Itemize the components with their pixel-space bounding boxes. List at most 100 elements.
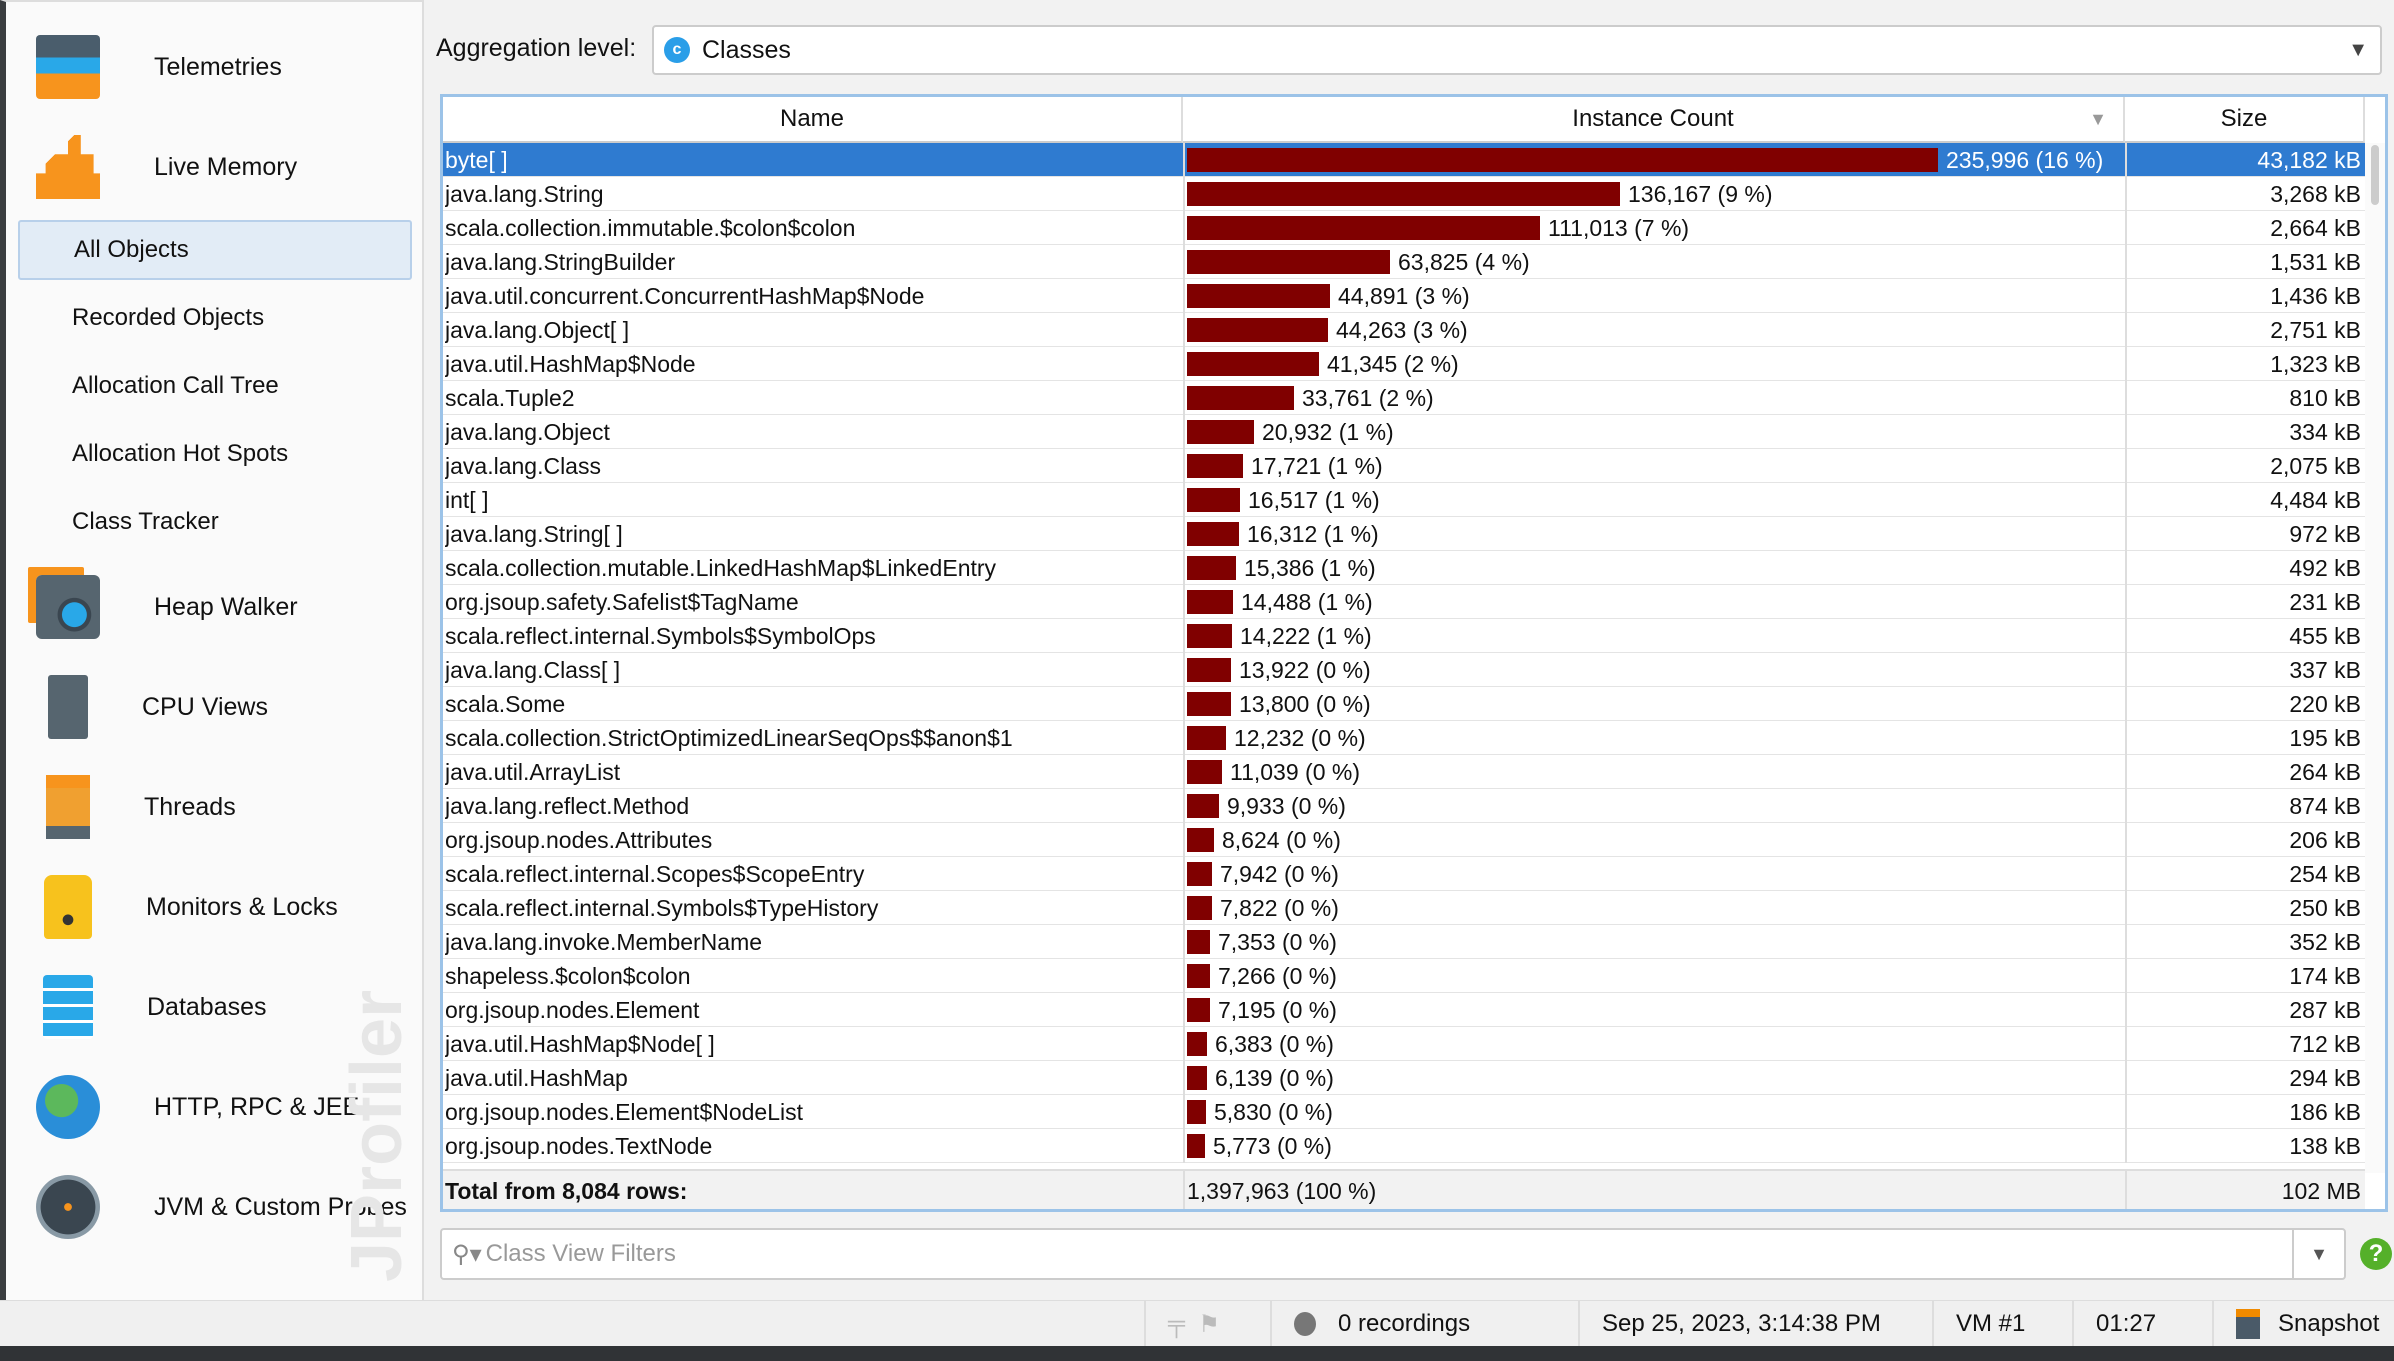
sidebar-section-cpu-views[interactable]: CPU Views: [36, 672, 268, 742]
sidebar-section-threads[interactable]: Threads: [36, 772, 236, 842]
sidebar-section-telemetries[interactable]: Telemetries: [36, 32, 282, 102]
sidebar-section-heap-walker[interactable]: Heap Walker: [36, 572, 298, 642]
table-row[interactable]: java.lang.reflect.Method 9,933 (0 %) 874…: [443, 789, 2365, 823]
table-row[interactable]: scala.reflect.internal.Symbols$TypeHisto…: [443, 891, 2365, 925]
scrollbar-thumb[interactable]: [2371, 145, 2379, 205]
table-row[interactable]: java.util.HashMap$Node[ ] 6,383 (0 %) 71…: [443, 1027, 2365, 1061]
class-name: scala.Tuple2: [445, 384, 575, 411]
sidebar-item-allocation-hot-spots[interactable]: Allocation Hot Spots: [18, 424, 412, 484]
table-row[interactable]: scala.collection.StrictOptimizedLinearSe…: [443, 721, 2365, 755]
table-row[interactable]: org.jsoup.nodes.Element$NodeList 5,830 (…: [443, 1095, 2365, 1129]
size-cell: 3,268 kB: [2125, 177, 2365, 211]
size-cell: 492 kB: [2125, 551, 2365, 585]
class-name: scala.Some: [445, 690, 566, 717]
sidebar-section-databases[interactable]: Databases: [36, 972, 267, 1042]
table-row[interactable]: java.util.HashMap$Node 41,345 (2 %) 1,32…: [443, 347, 2365, 381]
sidebar-item-all-objects[interactable]: All Objects: [18, 220, 412, 280]
table-row[interactable]: scala.Tuple2 33,761 (2 %) 810 kB: [443, 381, 2365, 415]
aggregation-select[interactable]: c Classes ▼: [652, 25, 2382, 75]
instance-count-bar: [1187, 998, 1210, 1022]
column-header-instance-count[interactable]: Instance Count ▼: [1183, 97, 2125, 143]
class-name: scala.reflect.internal.Symbols$SymbolOps: [445, 622, 876, 649]
column-header-size[interactable]: Size: [2125, 97, 2365, 143]
threads-icon: [46, 775, 90, 839]
table-row[interactable]: org.jsoup.safety.Safelist$TagName 14,488…: [443, 585, 2365, 619]
class-view-filter-input[interactable]: ⚲▾ Class View Filters ▼: [440, 1228, 2346, 1280]
table-row[interactable]: scala.collection.mutable.LinkedHashMap$L…: [443, 551, 2365, 585]
class-name: java.util.HashMap: [445, 1064, 628, 1091]
instance-count-bar: [1187, 896, 1212, 920]
table-row[interactable]: shapeless.$colon$colon 7,266 (0 %) 174 k…: [443, 959, 2365, 993]
sidebar-section-label: Databases: [147, 992, 267, 1021]
sidebar-item-class-tracker[interactable]: Class Tracker: [18, 492, 412, 552]
table-row[interactable]: scala.reflect.internal.Scopes$ScopeEntry…: [443, 857, 2365, 891]
table-row[interactable]: org.jsoup.nodes.Element 7,195 (0 %) 287 …: [443, 993, 2365, 1027]
lock-icon: [44, 875, 92, 939]
column-header-name[interactable]: Name: [443, 97, 1183, 143]
sidebar-section-monitors-locks[interactable]: Monitors & Locks: [36, 872, 338, 942]
table-row[interactable]: java.util.ArrayList 11,039 (0 %) 264 kB: [443, 755, 2365, 789]
sidebar-section-http-rpc-jee[interactable]: HTTP, RPC & JEE: [36, 1072, 359, 1142]
instance-count-cell: 15,386 (1 %): [1183, 551, 2123, 585]
instance-count-bar: [1187, 828, 1214, 852]
table-row[interactable]: java.lang.invoke.MemberName 7,353 (0 %) …: [443, 925, 2365, 959]
table-row[interactable]: java.lang.StringBuilder 63,825 (4 %) 1,5…: [443, 245, 2365, 279]
instance-count-bar: [1187, 386, 1294, 410]
aggregation-label: Aggregation level:: [436, 34, 637, 62]
instance-count-text: 63,825 (4 %): [1398, 248, 1530, 275]
instance-count-cell: 5,773 (0 %): [1183, 1129, 2123, 1163]
aggregation-value: Classes: [702, 35, 791, 64]
instance-count-cell: 33,761 (2 %): [1183, 381, 2123, 415]
sidebar-section-live-memory[interactable]: Live Memory: [36, 132, 297, 202]
instance-count-cell: 7,942 (0 %): [1183, 857, 2123, 891]
instance-count-text: 16,517 (1 %): [1248, 486, 1380, 513]
table-row[interactable]: org.jsoup.nodes.TextNode 5,773 (0 %) 138…: [443, 1129, 2365, 1163]
flag-icon[interactable]: ⚑: [1198, 1310, 1220, 1339]
total-count: 1,397,963 (100 %): [1183, 1171, 2123, 1209]
table-row[interactable]: java.lang.Object[ ] 44,263 (3 %) 2,751 k…: [443, 313, 2365, 347]
instance-count-text: 14,222 (1 %): [1240, 622, 1372, 649]
size-cell: 174 kB: [2125, 959, 2365, 993]
instance-count-text: 9,933 (0 %): [1227, 792, 1346, 819]
table-row[interactable]: java.lang.Class[ ] 13,922 (0 %) 337 kB: [443, 653, 2365, 687]
size-cell: 810 kB: [2125, 381, 2365, 415]
table-row[interactable]: java.lang.Class 17,721 (1 %) 2,075 kB: [443, 449, 2365, 483]
table-row[interactable]: scala.collection.immutable.$colon$colon …: [443, 211, 2365, 245]
table-row[interactable]: java.lang.Object 20,932 (1 %) 334 kB: [443, 415, 2365, 449]
table-row[interactable]: java.lang.String 136,167 (9 %) 3,268 kB: [443, 177, 2365, 211]
sidebar: Telemetries Live Memory Heap Walker CPU Vie…: [0, 0, 424, 1300]
class-icon: c: [664, 37, 690, 63]
cpu-icon: [48, 675, 88, 739]
sidebar-section-label: CPU Views: [142, 692, 268, 721]
sidebar-item-recorded-objects[interactable]: Recorded Objects: [18, 288, 412, 348]
size-cell: 250 kB: [2125, 891, 2365, 925]
table-row[interactable]: scala.reflect.internal.Symbols$SymbolOps…: [443, 619, 2365, 653]
filter-placeholder: Class View Filters: [485, 1240, 676, 1267]
pin-icon[interactable]: ╤: [1168, 1310, 1185, 1338]
table-row[interactable]: java.lang.String[ ] 16,312 (1 %) 972 kB: [443, 517, 2365, 551]
instance-count-cell: 9,933 (0 %): [1183, 789, 2123, 823]
table-row[interactable]: scala.Some 13,800 (0 %) 220 kB: [443, 687, 2365, 721]
class-name: org.jsoup.nodes.Attributes: [445, 826, 713, 853]
snapshot-status[interactable]: Snapshot: [2212, 1301, 2394, 1347]
instance-count-bar: [1187, 794, 1219, 818]
size-cell: 4,484 kB: [2125, 483, 2365, 517]
instance-count-text: 8,624 (0 %): [1222, 826, 1341, 853]
globe-icon: [36, 1075, 100, 1139]
class-name: java.lang.invoke.MemberName: [445, 928, 763, 955]
table-row[interactable]: java.util.concurrent.ConcurrentHashMap$N…: [443, 279, 2365, 313]
sort-descending-icon: ▼: [2089, 108, 2107, 129]
instance-count-text: 7,942 (0 %): [1220, 860, 1339, 887]
table-row[interactable]: java.util.HashMap 6,139 (0 %) 294 kB: [443, 1061, 2365, 1095]
sidebar-item-allocation-call-tree[interactable]: Allocation Call Tree: [18, 356, 412, 416]
table-row[interactable]: org.jsoup.nodes.Attributes 8,624 (0 %) 2…: [443, 823, 2365, 857]
help-icon[interactable]: ?: [2360, 1238, 2392, 1270]
instance-count-text: 7,266 (0 %): [1218, 962, 1337, 989]
table-row[interactable]: byte[ ] 235,996 (16 %) 43,182 kB: [443, 143, 2365, 177]
table-row[interactable]: int[ ] 16,517 (1 %) 4,484 kB: [443, 483, 2365, 517]
filter-dropdown-button[interactable]: ▼: [2292, 1230, 2344, 1278]
size-cell: 972 kB: [2125, 517, 2365, 551]
vertical-scrollbar[interactable]: [2365, 143, 2385, 1173]
instance-count-cell: 16,517 (1 %): [1183, 483, 2123, 517]
objects-table: Name Instance Count ▼ Size byte[ ] 235,99…: [440, 94, 2388, 1212]
